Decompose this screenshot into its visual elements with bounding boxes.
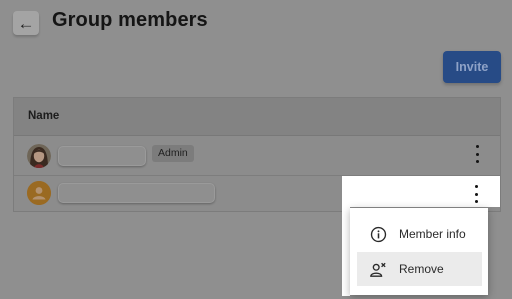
default-user-avatar-icon (27, 181, 51, 205)
menu-item-remove[interactable]: Remove (357, 252, 482, 286)
back-arrow-icon: ← (17, 13, 35, 33)
table-row[interactable]: Admin (14, 136, 500, 176)
member-name-field (58, 146, 146, 166)
more-options-icon[interactable] (471, 185, 481, 203)
more-options-icon[interactable] (472, 145, 482, 163)
member-name-field (58, 183, 215, 203)
menu-item-label: Remove (399, 262, 444, 276)
info-icon (369, 225, 387, 243)
remove-user-icon (369, 260, 387, 278)
table-header: Name (14, 98, 500, 136)
menu-edge (342, 207, 350, 296)
row-actions-menu: Member info Remove (350, 208, 488, 295)
column-header-name[interactable]: Name (28, 110, 59, 122)
invite-button[interactable]: Invite (443, 51, 501, 83)
back-button[interactable]: ← (13, 11, 39, 35)
menu-item-member-info[interactable]: Member info (357, 217, 482, 251)
woman-avatar-icon (27, 144, 51, 168)
page-title: Group members (52, 9, 208, 31)
menu-item-label: Member info (399, 227, 466, 241)
role-badge: Admin (152, 145, 194, 162)
